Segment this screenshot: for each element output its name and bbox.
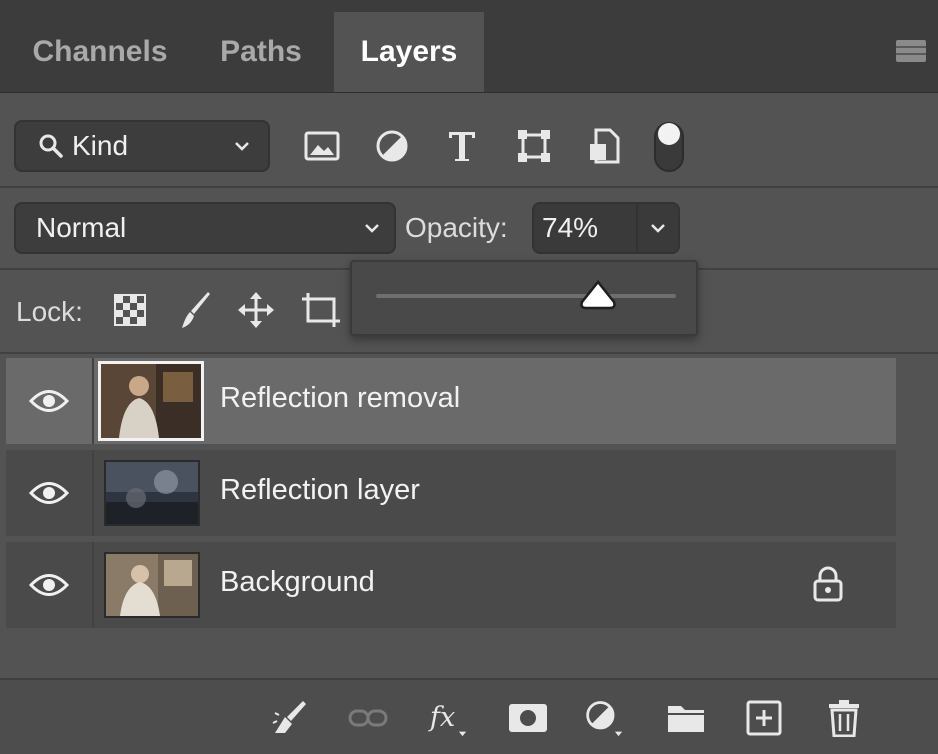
cleanup-brush-icon[interactable] xyxy=(270,698,310,738)
smart-object-filter-icon[interactable] xyxy=(584,126,624,166)
opacity-dropdown-button[interactable] xyxy=(636,202,680,254)
tab-layers[interactable]: Layers xyxy=(334,12,484,92)
filter-toggle-icon[interactable] xyxy=(652,120,686,174)
search-icon xyxy=(38,133,64,159)
tab-channels[interactable]: Channels xyxy=(10,12,190,92)
add-mask-icon[interactable] xyxy=(508,698,548,738)
type-filter-icon[interactable] xyxy=(442,126,482,166)
layer-style-fx-icon[interactable]: fx xyxy=(428,698,468,738)
svg-text:fx: fx xyxy=(428,702,455,733)
adjustment-filter-icon[interactable] xyxy=(372,126,412,166)
divider xyxy=(0,352,938,354)
layer-name[interactable]: Reflection removal xyxy=(220,382,460,415)
lock-transparent-pixels-icon[interactable] xyxy=(110,290,150,330)
opacity-label: Opacity: xyxy=(405,212,508,243)
visibility-toggle[interactable] xyxy=(6,542,94,628)
divider xyxy=(0,186,938,188)
blend-mode-value: Normal xyxy=(36,212,127,243)
lock-position-icon[interactable] xyxy=(236,290,276,330)
lock-artboard-icon[interactable] xyxy=(300,290,346,330)
layer-row[interactable]: Reflection layer xyxy=(6,450,896,536)
visibility-toggle[interactable] xyxy=(6,450,94,536)
eye-icon xyxy=(29,572,69,598)
new-layer-icon[interactable] xyxy=(744,698,784,738)
lock-label: Lock: xyxy=(16,296,83,327)
chevron-down-icon xyxy=(647,218,669,238)
layer-name[interactable]: Reflection layer xyxy=(220,474,420,507)
blend-mode-select[interactable]: Normal xyxy=(14,202,396,254)
image-filter-icon[interactable] xyxy=(302,126,342,166)
layer-name[interactable]: Background xyxy=(220,566,375,599)
layer-row[interactable]: Background xyxy=(6,542,896,628)
link-layers-icon[interactable] xyxy=(348,698,388,738)
opacity-slider-thumb[interactable] xyxy=(578,280,618,312)
visibility-toggle[interactable] xyxy=(6,358,94,444)
delete-layer-icon[interactable] xyxy=(824,698,864,738)
tab-paths[interactable]: Paths xyxy=(196,12,326,92)
layer-thumbnail xyxy=(98,361,204,441)
chevron-down-icon xyxy=(232,136,252,156)
layer-thumbnail xyxy=(104,552,200,618)
eye-icon xyxy=(29,388,69,414)
panel-menu-icon[interactable] xyxy=(896,40,926,62)
eye-icon xyxy=(29,480,69,506)
layer-thumbnail xyxy=(104,460,200,526)
layer-locked-icon[interactable] xyxy=(812,566,844,602)
filter-kind-select[interactable]: Kind xyxy=(14,120,270,172)
new-group-folder-icon[interactable] xyxy=(666,698,706,738)
opacity-input[interactable]: 74% xyxy=(532,202,636,254)
chevron-down-icon xyxy=(362,218,382,238)
shape-filter-icon[interactable] xyxy=(514,126,554,166)
layer-row[interactable]: Reflection removal xyxy=(6,358,896,444)
new-adjustment-layer-icon[interactable] xyxy=(584,698,624,738)
lock-image-pixels-icon[interactable] xyxy=(176,290,216,330)
opacity-slider-popup xyxy=(350,260,698,336)
bottom-toolbar: fx xyxy=(0,678,938,754)
opacity-slider-track[interactable] xyxy=(376,294,676,298)
filter-kind-label: Kind xyxy=(72,130,129,161)
